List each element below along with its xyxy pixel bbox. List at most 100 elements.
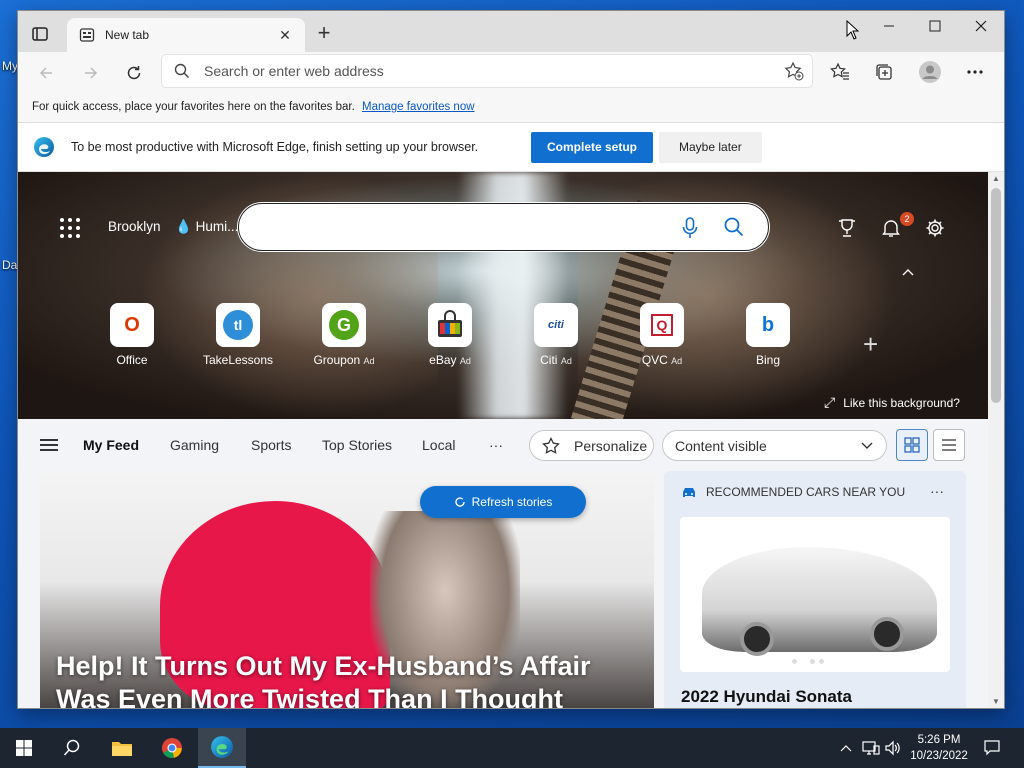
chevron-down-icon — [861, 442, 873, 449]
add-quick-link-button[interactable]: + — [863, 329, 878, 360]
quick-link-qvc[interactable]: Q QVC Ad — [626, 303, 698, 367]
add-favorite-icon[interactable] — [784, 61, 804, 81]
close-window-button[interactable] — [958, 11, 1004, 41]
card-more-button[interactable]: ··· — [930, 483, 944, 499]
maximize-icon — [929, 20, 941, 32]
location-label[interactable]: Brooklyn — [108, 219, 161, 234]
quick-link-citi[interactable]: citi Citi Ad — [520, 303, 592, 367]
taskbar-search-button[interactable] — [48, 728, 96, 768]
forward-button[interactable] — [78, 60, 104, 86]
ad-label: Ad — [459, 356, 471, 366]
page-scrollbar[interactable]: ▲ ▼ — [988, 172, 1004, 708]
car-wheel — [870, 617, 904, 651]
tab-my-feed[interactable]: My Feed — [83, 437, 139, 453]
rewards-button[interactable] — [834, 215, 860, 241]
like-background-label: Like this background? — [843, 396, 960, 410]
back-button[interactable] — [33, 60, 59, 86]
tab-sports[interactable]: Sports — [251, 437, 291, 453]
list-view-button[interactable] — [933, 429, 965, 461]
feed-menu-icon[interactable] — [40, 439, 58, 454]
citi-logo-icon: citi — [534, 303, 578, 347]
personalize-button[interactable]: Personalize — [529, 430, 654, 461]
quick-link-office[interactable]: O Office — [96, 303, 168, 367]
refresh-spinner-icon — [455, 497, 465, 507]
quick-link-ebay[interactable]: eBay Ad — [414, 303, 486, 367]
tab-gaming[interactable]: Gaming — [170, 437, 219, 453]
setup-infobar: To be most productive with Microsoft Edg… — [18, 123, 1004, 172]
network-icon[interactable] — [862, 740, 880, 756]
collections-button[interactable] — [871, 59, 897, 85]
folder-icon — [112, 742, 132, 756]
quick-link-groupon[interactable]: G Groupon Ad — [308, 303, 380, 367]
refresh-stories-button[interactable]: Refresh stories — [420, 486, 586, 518]
taskbar-edge[interactable] — [198, 728, 246, 768]
tab-title: New tab — [105, 28, 150, 42]
personalize-star-icon — [542, 436, 560, 454]
quick-link-takelessons[interactable]: tl TakeLessons — [202, 303, 274, 367]
grid-view-button[interactable] — [896, 429, 928, 461]
new-tab-button[interactable]: + — [313, 22, 335, 45]
maximize-button[interactable] — [912, 11, 958, 41]
tab-new-tab[interactable]: New tab ✕ — [67, 18, 305, 52]
tab-close-icon[interactable]: ✕ — [277, 27, 293, 43]
complete-setup-button[interactable]: Complete setup — [531, 131, 654, 163]
search-icon — [174, 63, 189, 78]
minimize-button[interactable] — [866, 11, 912, 41]
car-title[interactable]: 2022 Hyundai Sonata — [681, 687, 852, 707]
notification-center-icon[interactable] — [983, 739, 1001, 757]
page-settings-button[interactable] — [922, 215, 948, 241]
start-button[interactable] — [0, 728, 48, 768]
quick-link-label: QVC — [641, 353, 668, 367]
quick-link-label: Office — [116, 353, 148, 367]
groupon-logo-icon: G — [322, 303, 366, 347]
volume-icon[interactable] — [884, 740, 902, 756]
favorites-button[interactable] — [827, 59, 853, 85]
tab-top-stories[interactable]: Top Stories — [322, 437, 392, 453]
tab-actions-button[interactable] — [30, 24, 50, 44]
scroll-up-arrow[interactable]: ▲ — [988, 174, 1004, 183]
desktop-icon-label-1[interactable]: My — [2, 59, 18, 73]
show-hidden-icons-icon[interactable] — [840, 744, 852, 752]
card-header: RECOMMENDED CARS NEAR YOU — [681, 485, 905, 499]
new-tab-favicon-icon — [79, 28, 95, 42]
takelessons-logo-icon: tl — [216, 303, 260, 347]
quick-link-label: TakeLessons — [202, 353, 274, 367]
list-view-icon — [942, 439, 956, 451]
tab-local[interactable]: Local — [422, 437, 455, 453]
search-submit-icon[interactable] — [724, 217, 744, 237]
taskbar-file-explorer[interactable] — [98, 728, 146, 768]
more-dots-icon — [967, 70, 983, 74]
collapse-quick-links-button[interactable] — [895, 259, 921, 285]
maybe-later-button[interactable]: Maybe later — [659, 131, 762, 163]
web-search-box[interactable] — [238, 203, 769, 251]
ebay-logo-icon — [428, 303, 472, 347]
favorites-icon — [830, 62, 849, 80]
quick-link-bing[interactable]: b Bing — [732, 303, 804, 367]
edge-icon — [211, 736, 233, 758]
scroll-thumb[interactable] — [991, 188, 1001, 403]
profile-button[interactable] — [917, 59, 943, 85]
quick-link-label: Bing — [755, 353, 781, 367]
refresh-button[interactable] — [121, 60, 147, 86]
like-background-button[interactable]: ⤢ Like this background? — [824, 394, 960, 411]
story-headline[interactable]: Help! It Turns Out My Ex-Husband’s Affai… — [56, 650, 636, 708]
weather-widget[interactable]: 💧 Humi... — [175, 219, 238, 235]
settings-more-button[interactable] — [962, 59, 988, 85]
carousel-dots[interactable] — [792, 659, 824, 664]
manage-favorites-link[interactable]: Manage favorites now — [362, 101, 475, 113]
app-launcher-icon[interactable] — [60, 218, 80, 238]
microphone-icon[interactable] — [682, 217, 698, 239]
office-logo-icon: O — [110, 303, 154, 347]
system-clock[interactable]: 5:26 PM 10/23/2022 — [905, 732, 973, 764]
scroll-down-arrow[interactable]: ▼ — [988, 697, 1004, 706]
address-bar[interactable]: Search or enter web address — [162, 55, 812, 87]
desktop-icon-label-2[interactable]: Da — [2, 258, 17, 272]
weather-text: Humi... — [195, 219, 239, 234]
clock-time: 5:26 PM — [917, 734, 961, 746]
taskbar: 5:26 PM 10/23/2022 — [0, 728, 1024, 768]
more-tabs-button[interactable]: ··· — [489, 437, 503, 453]
feed-navigation: My Feed Gaming Sports Top Stories Local … — [18, 419, 988, 471]
taskbar-chrome[interactable] — [148, 728, 196, 768]
content-visibility-dropdown[interactable]: Content visible — [662, 430, 887, 461]
recommended-cars-card[interactable]: RECOMMENDED CARS NEAR YOU ··· 2022 Hyund… — [664, 471, 966, 708]
